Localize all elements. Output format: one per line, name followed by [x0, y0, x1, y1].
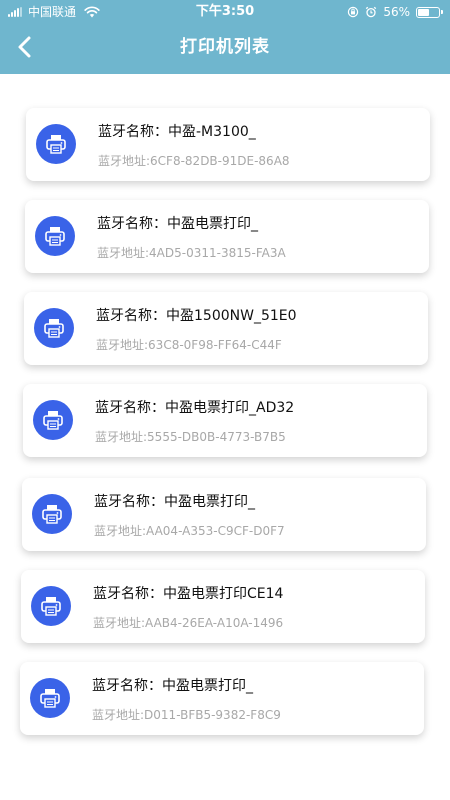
page-title: 打印机列表: [180, 37, 270, 57]
printer-item-1[interactable]: 蓝牙名称：中盈-M3100_ 蓝牙地址:6CF8-82DB-91DE-86A8: [26, 108, 430, 181]
nav-bar: 打印机列表: [0, 24, 450, 70]
top-bar: 中国联通 下午3:50 56% 打印机列表: [0, 0, 450, 74]
printer-name: 蓝牙名称：中盈电票打印_: [94, 494, 255, 510]
printer-item-6[interactable]: 蓝牙名称：中盈电票打印CE14 蓝牙地址:AAB4-26EA-A10A-1496: [21, 570, 425, 643]
battery-percent: 56%: [383, 5, 410, 19]
printer-name: 蓝牙名称：中盈电票打印_: [92, 678, 253, 694]
printer-icon: [32, 494, 72, 534]
printer-address: 蓝牙地址:D011-BFB5-9382-F8C9: [92, 708, 281, 722]
battery-fill: [418, 8, 429, 16]
printer-address: 蓝牙地址:6CF8-82DB-91DE-86A8: [98, 154, 290, 168]
printer-address: 蓝牙地址:4AD5-0311-3815-FA3A: [97, 246, 286, 260]
alarm-icon: [366, 6, 377, 18]
printer-address: 蓝牙地址:AAB4-26EA-A10A-1496: [93, 616, 284, 630]
printer-icon: [35, 216, 75, 256]
printer-address: 蓝牙地址:5555-DB0B-4773-B7B5: [95, 430, 286, 444]
battery-icon: [416, 6, 443, 18]
printer-item-7[interactable]: 蓝牙名称：中盈电票打印_ 蓝牙地址:D011-BFB5-9382-F8C9: [20, 662, 424, 735]
printer-name: 蓝牙名称：中盈电票打印_AD32: [95, 400, 295, 416]
status-bar: 中国联通 下午3:50 56%: [0, 0, 450, 24]
rotation-lock-icon: [348, 6, 359, 18]
printer-icon: [33, 400, 73, 440]
printer-icon: [34, 308, 74, 348]
printer-item-2[interactable]: 蓝牙名称：中盈电票打印_ 蓝牙地址:4AD5-0311-3815-FA3A: [25, 200, 429, 273]
status-right: 56%: [347, 0, 443, 24]
printer-address: 蓝牙地址:63C8-0F98-FF64-C44F: [96, 338, 282, 352]
printer-address: 蓝牙地址:AA04-A353-C9CF-D0F7: [94, 524, 285, 538]
printer-item-4[interactable]: 蓝牙名称：中盈电票打印_AD32 蓝牙地址:5555-DB0B-4773-B7B…: [23, 384, 427, 457]
printer-icon: [31, 586, 71, 626]
printer-name: 蓝牙名称：中盈电票打印CE14: [93, 586, 284, 602]
printer-item-5[interactable]: 蓝牙名称：中盈电票打印_ 蓝牙地址:AA04-A353-C9CF-D0F7: [22, 478, 426, 551]
printer-icon: [30, 678, 70, 718]
printer-name: 蓝牙名称：中盈电票打印_: [97, 216, 258, 232]
printer-name: 蓝牙名称：中盈-M3100_: [98, 124, 256, 140]
printer-item-3[interactable]: 蓝牙名称：中盈1500NW_51E0 蓝牙地址:63C8-0F98-FF64-C…: [24, 292, 428, 365]
printer-icon: [36, 124, 76, 164]
printer-name: 蓝牙名称：中盈1500NW_51E0: [96, 308, 297, 324]
